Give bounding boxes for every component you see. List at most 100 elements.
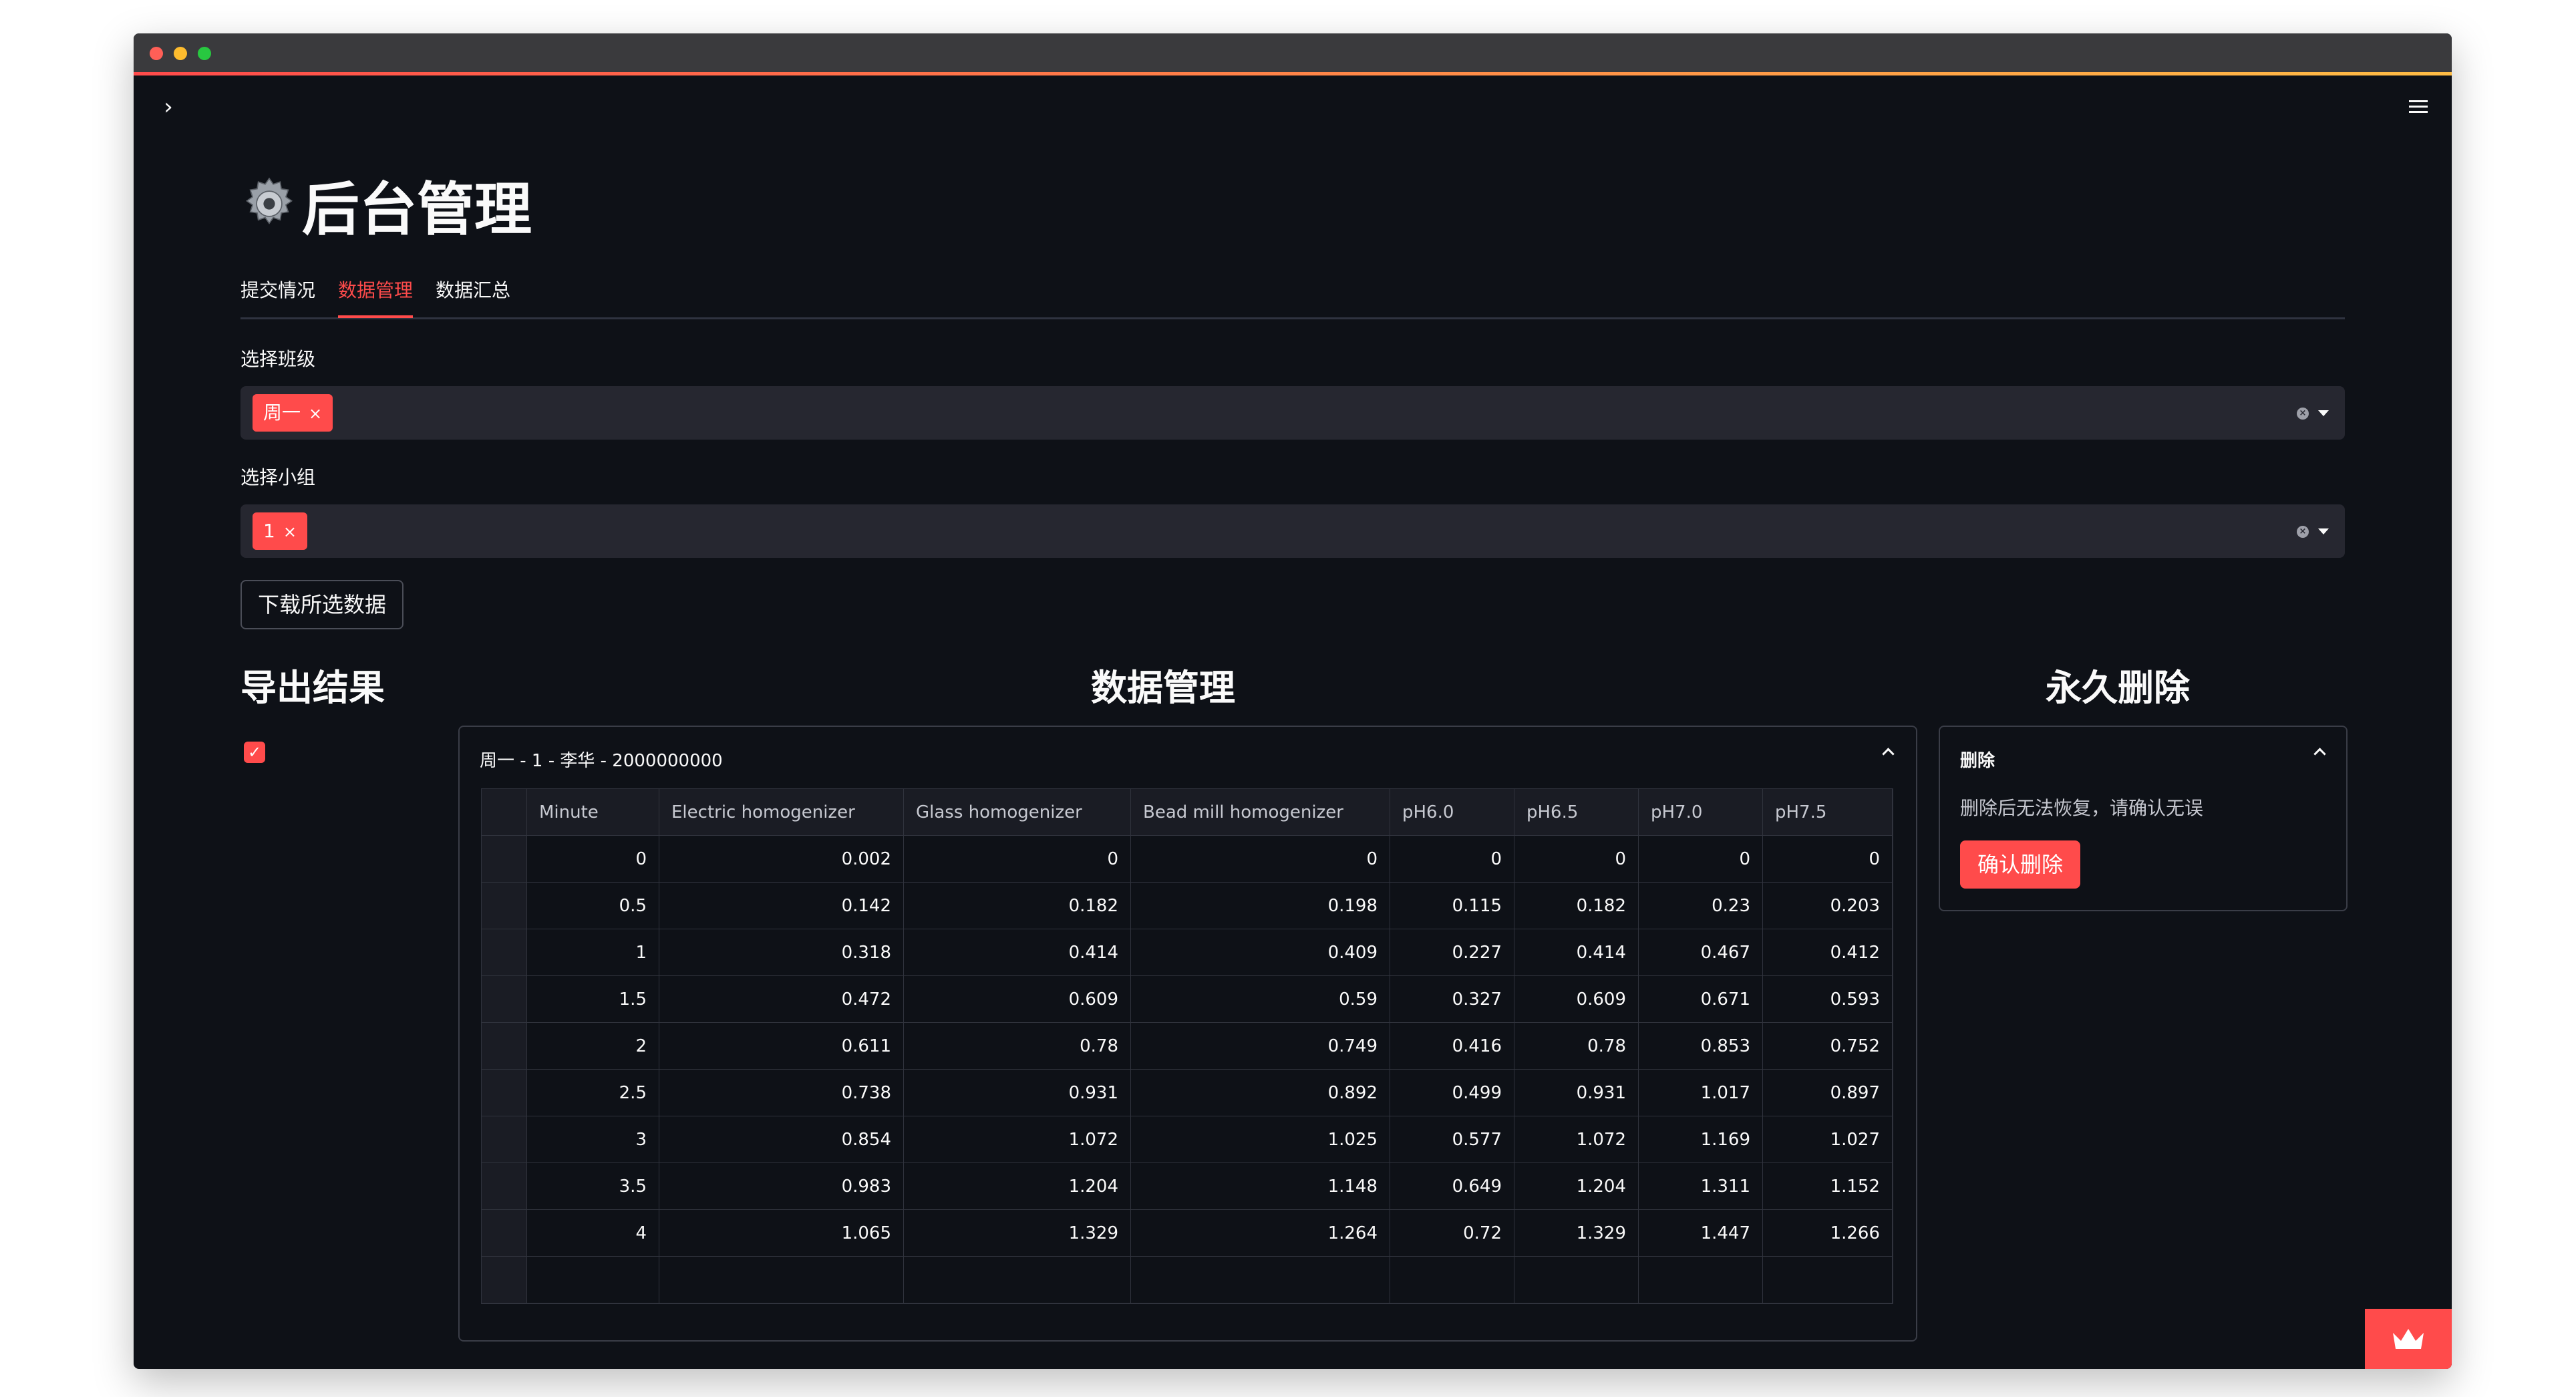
table-cell[interactable]: 0.609 — [1514, 976, 1639, 1023]
table-cell[interactable]: 0 — [1639, 836, 1763, 883]
table-cell[interactable]: 1.447 — [1639, 1210, 1763, 1257]
table-cell[interactable]: 0.203 — [1763, 883, 1893, 929]
table-cell[interactable]: 0.931 — [1514, 1070, 1639, 1116]
data-expander-title[interactable]: 周一 - 1 - 李华 - 2000000000 — [480, 747, 723, 772]
table-cell[interactable]: 1.204 — [904, 1163, 1131, 1210]
table-cell[interactable]: 0.002 — [659, 836, 904, 883]
table-cell[interactable]: 0.318 — [659, 929, 904, 976]
empty-row-cell[interactable] — [1514, 1257, 1639, 1303]
clear-selection-icon[interactable]: × — [2297, 408, 2309, 420]
chip-remove-icon[interactable]: × — [309, 404, 322, 423]
dropdown-caret-icon[interactable] — [2318, 410, 2329, 416]
chip-remove-icon[interactable]: × — [283, 522, 297, 541]
row-index-cell[interactable] — [482, 1257, 527, 1303]
chevron-up-icon[interactable] — [1881, 744, 1896, 759]
delete-expander-title[interactable]: 删除 — [1960, 747, 1995, 772]
table-cell[interactable]: 0.897 — [1763, 1070, 1893, 1116]
table-cell[interactable]: 0.499 — [1390, 1070, 1514, 1116]
table-cell[interactable]: 0.853 — [1639, 1023, 1763, 1070]
table-cell[interactable]: 1.329 — [1514, 1210, 1639, 1257]
sidebar-expand-button[interactable]: › — [155, 94, 182, 120]
table-cell[interactable]: 2.5 — [527, 1070, 659, 1116]
row-index-cell[interactable] — [482, 976, 527, 1023]
column-header[interactable]: pH6.5 — [1514, 789, 1639, 836]
data-table[interactable]: Minute Electric homogenizer Glass homogeni… — [481, 788, 1893, 1304]
table-cell[interactable]: 0.115 — [1390, 883, 1514, 929]
table-cell[interactable]: 0.749 — [1131, 1023, 1390, 1070]
table-cell[interactable]: 1.072 — [1514, 1116, 1639, 1163]
table-cell[interactable]: 1.5 — [527, 976, 659, 1023]
table-cell[interactable]: 0.59 — [1131, 976, 1390, 1023]
main-menu-button[interactable] — [2405, 94, 2432, 120]
empty-row-cell[interactable] — [1639, 1257, 1763, 1303]
table-cell[interactable]: 1.027 — [1763, 1116, 1893, 1163]
column-header[interactable]: Minute — [527, 789, 659, 836]
row-index-cell[interactable] — [482, 1163, 527, 1210]
table-cell[interactable]: 0.649 — [1390, 1163, 1514, 1210]
empty-row-cell[interactable] — [1390, 1257, 1514, 1303]
table-cell[interactable]: 0.416 — [1390, 1023, 1514, 1070]
chevron-up-icon[interactable] — [2313, 744, 2327, 759]
table-cell[interactable]: 0.593 — [1763, 976, 1893, 1023]
download-selected-button[interactable]: 下载所选数据 — [240, 580, 404, 629]
table-cell[interactable]: 1.025 — [1131, 1116, 1390, 1163]
table-cell[interactable]: 0.182 — [1514, 883, 1639, 929]
table-cell[interactable]: 2 — [527, 1023, 659, 1070]
table-cell[interactable]: 1.148 — [1131, 1163, 1390, 1210]
column-header[interactable]: Glass homogenizer — [904, 789, 1131, 836]
table-cell[interactable]: 0.854 — [659, 1116, 904, 1163]
table-cell[interactable]: 0 — [527, 836, 659, 883]
table-cell[interactable]: 0.23 — [1639, 883, 1763, 929]
table-cell[interactable]: 0.931 — [904, 1070, 1131, 1116]
table-cell[interactable]: 0.409 — [1131, 929, 1390, 976]
table-cell[interactable]: 0.738 — [659, 1070, 904, 1116]
row-index-cell[interactable] — [482, 1023, 527, 1070]
table-cell[interactable]: 0.472 — [659, 976, 904, 1023]
table-cell[interactable]: 0 — [1131, 836, 1390, 883]
empty-row-cell[interactable] — [1131, 1257, 1390, 1303]
column-header[interactable]: pH7.5 — [1763, 789, 1893, 836]
table-cell[interactable]: 0 — [904, 836, 1131, 883]
table-cell[interactable]: 0.198 — [1131, 883, 1390, 929]
table-cell[interactable]: 1.169 — [1639, 1116, 1763, 1163]
table-cell[interactable]: 0.752 — [1763, 1023, 1893, 1070]
table-cell[interactable]: 0 — [1514, 836, 1639, 883]
row-index-cell[interactable] — [482, 1070, 527, 1116]
maximize-window-button[interactable] — [198, 47, 211, 60]
table-cell[interactable]: 0.78 — [1514, 1023, 1639, 1070]
column-header[interactable]: pH7.0 — [1639, 789, 1763, 836]
close-window-button[interactable] — [150, 47, 163, 60]
table-cell[interactable]: 0.611 — [659, 1023, 904, 1070]
table-cell[interactable]: 1.329 — [904, 1210, 1131, 1257]
table-cell[interactable]: 1.152 — [1763, 1163, 1893, 1210]
table-cell[interactable]: 0.892 — [1131, 1070, 1390, 1116]
table-cell[interactable]: 0.609 — [904, 976, 1131, 1023]
table-cell[interactable]: 0.227 — [1390, 929, 1514, 976]
table-cell[interactable]: 0.414 — [1514, 929, 1639, 976]
table-cell[interactable]: 0.467 — [1639, 929, 1763, 976]
table-cell[interactable]: 1.266 — [1763, 1210, 1893, 1257]
clear-selection-icon[interactable]: × — [2297, 526, 2309, 538]
table-cell[interactable]: 0.78 — [904, 1023, 1131, 1070]
table-cell[interactable]: 0.182 — [904, 883, 1131, 929]
empty-row-cell[interactable] — [659, 1257, 904, 1303]
table-cell[interactable]: 1.264 — [1131, 1210, 1390, 1257]
table-cell[interactable]: 0.577 — [1390, 1116, 1514, 1163]
deploy-badge[interactable] — [2365, 1309, 2452, 1369]
table-cell[interactable]: 1.204 — [1514, 1163, 1639, 1210]
tab-submission-status[interactable]: 提交情况 — [240, 271, 315, 315]
table-cell[interactable]: 0.412 — [1763, 929, 1893, 976]
table-cell[interactable]: 0.671 — [1639, 976, 1763, 1023]
row-index-cell[interactable] — [482, 883, 527, 929]
column-header[interactable]: Electric homogenizer — [659, 789, 904, 836]
table-cell[interactable]: 1.065 — [659, 1210, 904, 1257]
group-chip[interactable]: 1 × — [253, 512, 307, 550]
table-cell[interactable]: 1.017 — [1639, 1070, 1763, 1116]
table-cell[interactable]: 3 — [527, 1116, 659, 1163]
table-cell[interactable]: 0.5 — [527, 883, 659, 929]
table-corner-cell[interactable] — [482, 789, 527, 836]
row-index-cell[interactable] — [482, 1210, 527, 1257]
table-cell[interactable]: 0.414 — [904, 929, 1131, 976]
empty-row-cell[interactable] — [1763, 1257, 1893, 1303]
table-cell[interactable]: 0 — [1763, 836, 1893, 883]
